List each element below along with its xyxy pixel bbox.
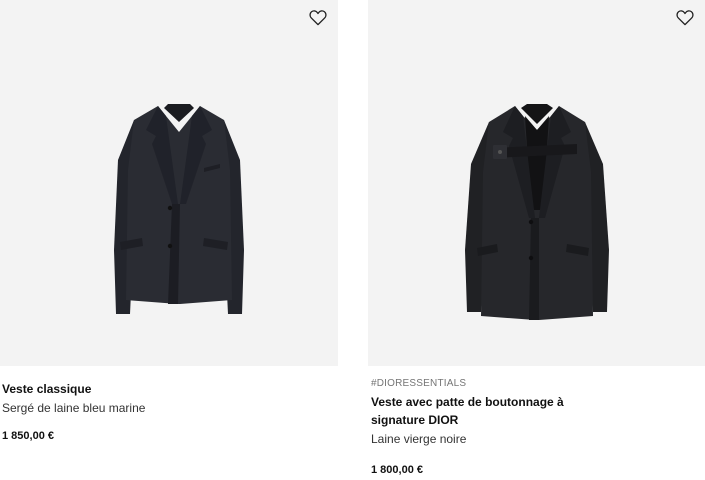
product-title[interactable]: Veste classique: [2, 380, 338, 398]
product-image[interactable]: [459, 100, 615, 326]
navy-blazer-image: [114, 104, 244, 314]
black-blazer-strap-image: [465, 104, 609, 320]
product-subtitle: Sergé de laine bleu marine: [2, 401, 146, 415]
product-info: #DIORESSENTIALS Veste avec patte de bout…: [368, 377, 705, 477]
product-subtitle: Laine vierge noire: [371, 432, 467, 446]
favorite-button[interactable]: [309, 9, 327, 26]
collection-tag[interactable]: #DIORESSENTIALS: [371, 377, 705, 390]
product-image-area[interactable]: [368, 0, 705, 366]
heart-outline-icon: [676, 10, 694, 26]
product-info: Veste classique Sergé de laine bleu mari…: [0, 380, 338, 443]
product-image[interactable]: [112, 100, 246, 324]
product-card[interactable]: #DIORESSENTIALS Veste avec patte de bout…: [368, 0, 705, 477]
product-price: 1 800,00 €: [371, 464, 423, 476]
favorite-button[interactable]: [676, 9, 694, 26]
heart-outline-icon: [309, 10, 327, 26]
product-price: 1 850,00 €: [2, 430, 54, 442]
product-title[interactable]: Veste avec patte de boutonnage à signatu…: [371, 393, 581, 429]
product-image-area[interactable]: [0, 0, 338, 366]
product-card[interactable]: Veste classique Sergé de laine bleu mari…: [0, 0, 338, 443]
